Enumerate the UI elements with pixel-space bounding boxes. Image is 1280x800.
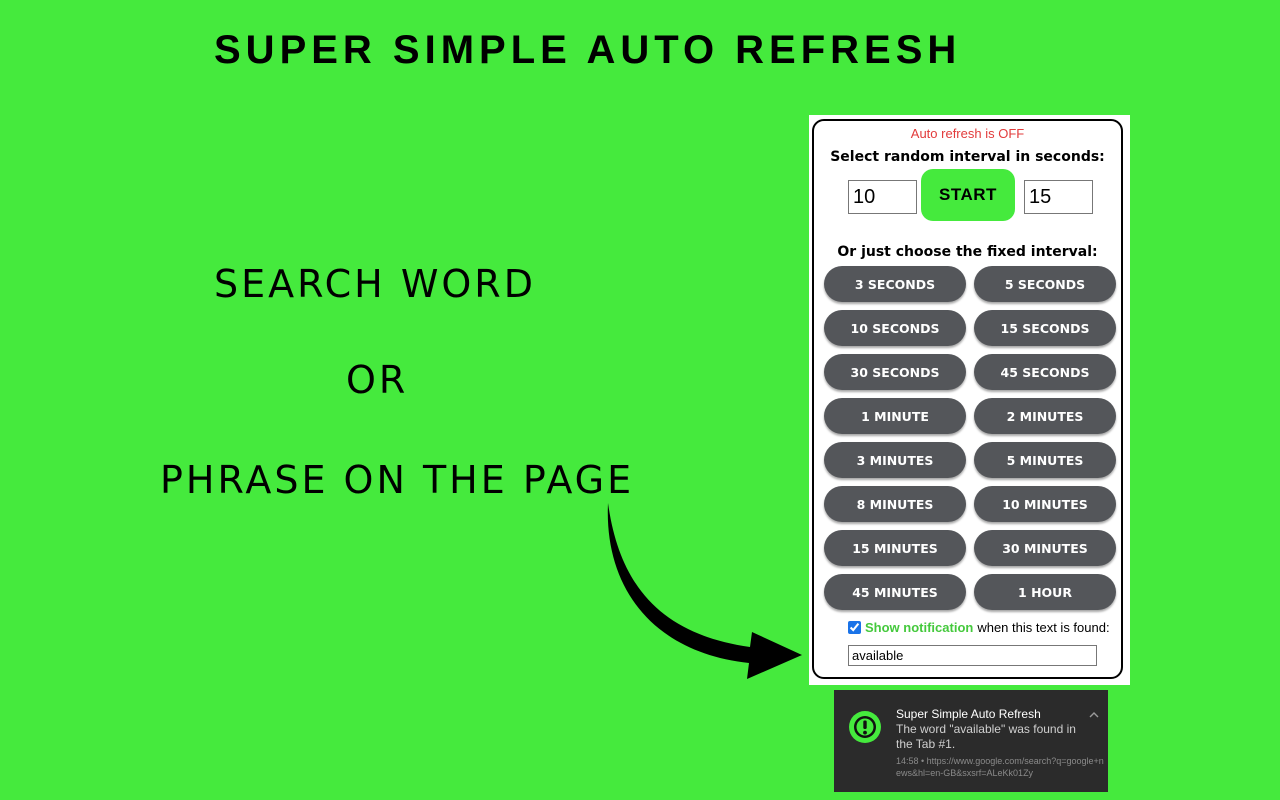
notification-body: The word "available" was found in the Ta… xyxy=(896,722,1076,751)
notification-meta: 14:58 • https://www.google.com/search?q=… xyxy=(896,756,1104,778)
notification-description: when this text is found: xyxy=(977,620,1110,635)
interval-button-3-minutes[interactable]: 3 MINUTES xyxy=(824,442,966,478)
interval-button-5-seconds[interactable]: 5 SECONDS xyxy=(974,266,1116,302)
interval-grid: 3 SECONDS 5 SECONDS 10 SECONDS 15 SECOND… xyxy=(824,266,1117,610)
tagline-search-word: SEARCH WORD xyxy=(214,262,536,306)
status-text: Auto refresh is OFF xyxy=(910,126,1025,141)
interval-button-1-hour[interactable]: 1 HOUR xyxy=(974,574,1116,610)
search-text-input[interactable] xyxy=(848,645,1097,666)
interval-button-10-minutes[interactable]: 10 MINUTES xyxy=(974,486,1116,522)
random-interval-label: Select random interval in seconds: xyxy=(830,149,1105,165)
notification-option: Show notification when this text is foun… xyxy=(848,620,1110,635)
chevron-up-icon[interactable] xyxy=(1088,710,1100,720)
interval-button-1-minute[interactable]: 1 MINUTE xyxy=(824,398,966,434)
exclamation-circle-icon xyxy=(849,711,881,743)
interval-button-5-minutes[interactable]: 5 MINUTES xyxy=(974,442,1116,478)
interval-button-45-minutes[interactable]: 45 MINUTES xyxy=(824,574,966,610)
interval-button-10-seconds[interactable]: 10 SECONDS xyxy=(824,310,966,346)
random-max-input[interactable] xyxy=(1024,180,1093,214)
tagline-phrase: PHRASE ON THE PAGE xyxy=(160,458,635,502)
interval-button-2-minutes[interactable]: 2 MINUTES xyxy=(974,398,1116,434)
interval-button-8-minutes[interactable]: 8 MINUTES xyxy=(824,486,966,522)
interval-button-45-seconds[interactable]: 45 SECONDS xyxy=(974,354,1116,390)
notification-title: Super Simple Auto Refresh xyxy=(896,707,1041,721)
headline: SUPER SIMPLE AUTO REFRESH xyxy=(214,28,962,72)
show-notification-checkbox[interactable] xyxy=(848,621,861,634)
random-min-input[interactable] xyxy=(848,180,917,214)
interval-button-15-seconds[interactable]: 15 SECONDS xyxy=(974,310,1116,346)
interval-button-15-minutes[interactable]: 15 MINUTES xyxy=(824,530,966,566)
interval-button-30-seconds[interactable]: 30 SECONDS xyxy=(824,354,966,390)
fixed-interval-label: Or just choose the fixed interval: xyxy=(837,244,1098,260)
show-notification-label: Show notification xyxy=(865,620,974,635)
start-button[interactable]: START xyxy=(921,169,1015,221)
tagline-or: OR xyxy=(346,358,409,402)
extension-popup: Auto refresh is OFF Select random interv… xyxy=(812,119,1123,679)
extension-popup-frame: Auto refresh is OFF Select random interv… xyxy=(809,115,1130,685)
curved-arrow-icon xyxy=(607,503,802,679)
desktop-notification[interactable]: Super Simple Auto Refresh The word "avai… xyxy=(834,690,1108,792)
interval-button-30-minutes[interactable]: 30 MINUTES xyxy=(974,530,1116,566)
interval-button-3-seconds[interactable]: 3 SECONDS xyxy=(824,266,966,302)
